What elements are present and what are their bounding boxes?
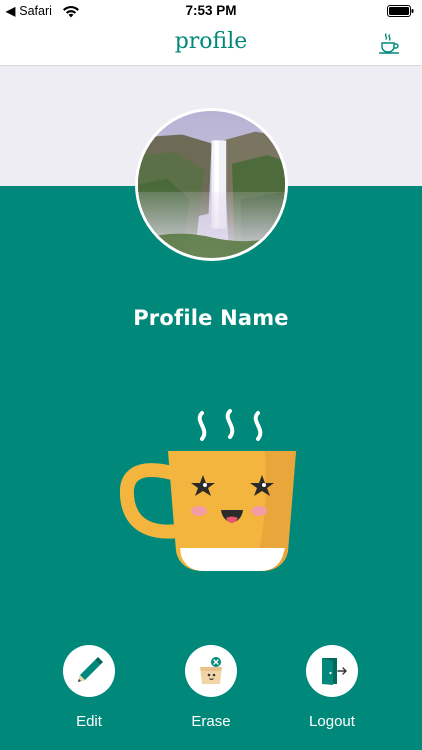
- kawaii-coffee-cup: [120, 409, 296, 571]
- waterfall-landscape-photo: [138, 111, 285, 258]
- profile-name: Profile Name: [133, 306, 289, 330]
- battery-icon: [387, 5, 414, 17]
- erase-circle[interactable]: [185, 645, 237, 697]
- logout-circle[interactable]: [306, 645, 358, 697]
- page-title: profile: [174, 29, 248, 54]
- status-time: 7:53 PM: [185, 3, 237, 18]
- pencil-icon: [78, 657, 103, 682]
- nav-bar: profile: [0, 22, 422, 66]
- logout-button[interactable]: Logout: [292, 645, 372, 730]
- door-exit-icon: [322, 658, 347, 685]
- avatar[interactable]: [135, 108, 288, 261]
- status-bar: ◀ Safari 7:53 PM: [0, 0, 422, 22]
- edit-label: Edit: [76, 713, 102, 730]
- edit-circle[interactable]: [63, 645, 115, 697]
- erase-label: Erase: [191, 713, 231, 730]
- edit-button[interactable]: Edit: [49, 645, 129, 730]
- erase-button[interactable]: Erase: [171, 645, 251, 730]
- logout-label: Logout: [309, 713, 355, 730]
- erase-box-icon: [200, 657, 222, 684]
- coffee-cup-icon[interactable]: [378, 33, 400, 55]
